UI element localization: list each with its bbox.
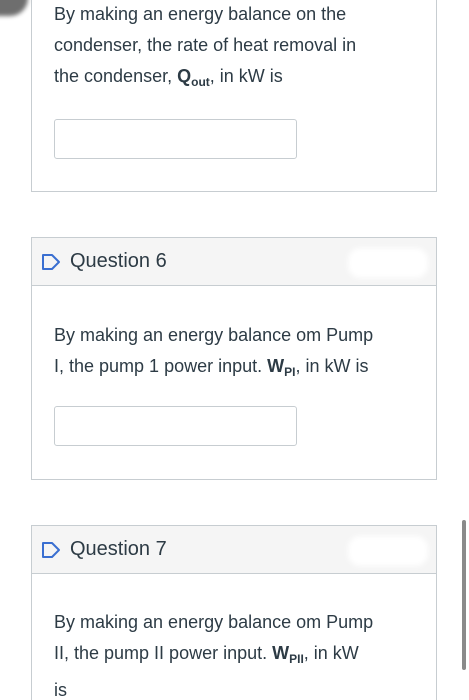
flag-outline-icon[interactable] [40,252,62,272]
question-7-body: By making an energy balance om Pump II, … [32,574,436,700]
points-blur [348,536,428,566]
quiz-page: By making an energy balance on the conde… [0,0,469,700]
question-5-answer-input[interactable] [54,119,297,159]
question-7-line3: is [54,680,67,700]
question-5-text: By making an energy balance on the conde… [54,0,414,98]
points-blur [348,248,428,278]
w-pi-var: W [267,356,285,376]
question-6-text: By making an energy balance om Pump I, t… [54,320,414,388]
question-7-title: Question 7 [70,538,167,560]
question-7-line1: By making an energy balance om Pump [54,612,374,632]
question-6-body: By making an energy balance om Pump I, t… [32,286,436,388]
q-out-var: Q [177,66,192,86]
scrollbar[interactable] [462,520,466,670]
question-6-answer-input[interactable] [54,406,297,446]
corner-shadow [0,0,28,16]
flag-outline-icon[interactable] [40,540,62,560]
w-pi-symbol: WPI [267,356,296,379]
q-out-symbol: Qout [177,66,210,89]
question-7-line2-pre: II, the pump II power input. [54,643,273,663]
question-6-header: Question 6 [32,238,436,286]
w-pi-sub: PI [284,365,296,379]
question-5-line1: By making an energy balance on the [54,4,347,24]
question-7-card: Question 7 By making an energy balance o… [31,525,437,700]
question-7-line2-post: , in kW [303,643,359,663]
question-5-card: By making an energy balance on the conde… [31,0,437,192]
question-6-line2-post: , in kW is [295,356,369,376]
question-5-line2: condenser, the rate of heat removal in [54,35,357,55]
question-6-title: Question 6 [70,250,167,272]
w-pii-sub: PII [289,652,304,666]
q-out-sub: out [191,75,210,89]
question-6-card: Question 6 By making an energy balance o… [31,237,437,480]
w-pii-var: W [272,643,290,663]
w-pii-symbol: WPII [272,643,304,666]
question-5-line3-pre: the condenser, [54,66,178,86]
question-5-body: By making an energy balance on the conde… [32,0,436,98]
question-6-line1: By making an energy balance om Pump [54,325,374,345]
question-7-text: By making an energy balance om Pump II, … [54,607,414,700]
question-6-line2-pre: I, the pump 1 power input. [54,356,268,376]
question-7-header: Question 7 [32,526,436,574]
question-5-line3-post: , in kW is [209,66,283,86]
